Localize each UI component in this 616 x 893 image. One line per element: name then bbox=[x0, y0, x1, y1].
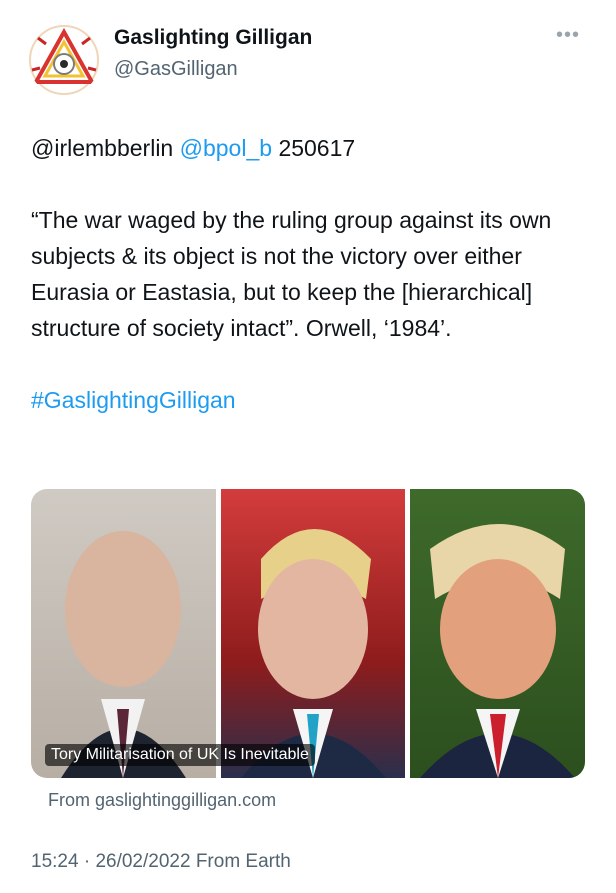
tweet-time[interactable]: 15:24 bbox=[31, 851, 79, 872]
card-caption: Tory Militarisation of UK Is Inevitable bbox=[45, 744, 315, 766]
mention-bpol-b[interactable]: @bpol_b bbox=[180, 135, 272, 161]
link-card-image[interactable]: Tory Militarisation of UK Is Inevitable bbox=[31, 489, 585, 778]
tweet-quote: “The war waged by the ruling group again… bbox=[31, 207, 552, 341]
tweet-code: 250617 bbox=[278, 135, 356, 161]
portrait-photo-right bbox=[410, 489, 585, 778]
more-options-icon[interactable]: ••• bbox=[556, 24, 580, 47]
mention-irlembberlin[interactable]: @irlembberlin bbox=[31, 135, 173, 161]
tweet-body: @irlembberlin @bpol_b 250617 “The war wa… bbox=[31, 130, 591, 418]
hashtag-link[interactable]: #GaslightingGilligan bbox=[31, 382, 591, 418]
tweet-mentions-line: @irlembberlin @bpol_b 250617 bbox=[31, 130, 591, 166]
author-display-name[interactable]: Gaslighting Gilligan bbox=[114, 24, 312, 52]
portrait-photo-middle bbox=[221, 489, 405, 778]
triangle-eye-logo-icon bbox=[29, 25, 99, 95]
tweet-location: From Earth bbox=[195, 851, 291, 872]
portrait-photo-left bbox=[31, 489, 216, 778]
tweet-footer: 15:24 · 26/02/2022 From Earth bbox=[31, 848, 291, 876]
card-source[interactable]: From gaslightinggilligan.com bbox=[48, 788, 276, 812]
author-avatar[interactable] bbox=[28, 24, 100, 96]
author-handle[interactable]: @GasGilligan bbox=[114, 56, 238, 82]
separator-dot: · bbox=[83, 851, 91, 872]
tweet-date[interactable]: 26/02/2022 bbox=[95, 851, 190, 872]
